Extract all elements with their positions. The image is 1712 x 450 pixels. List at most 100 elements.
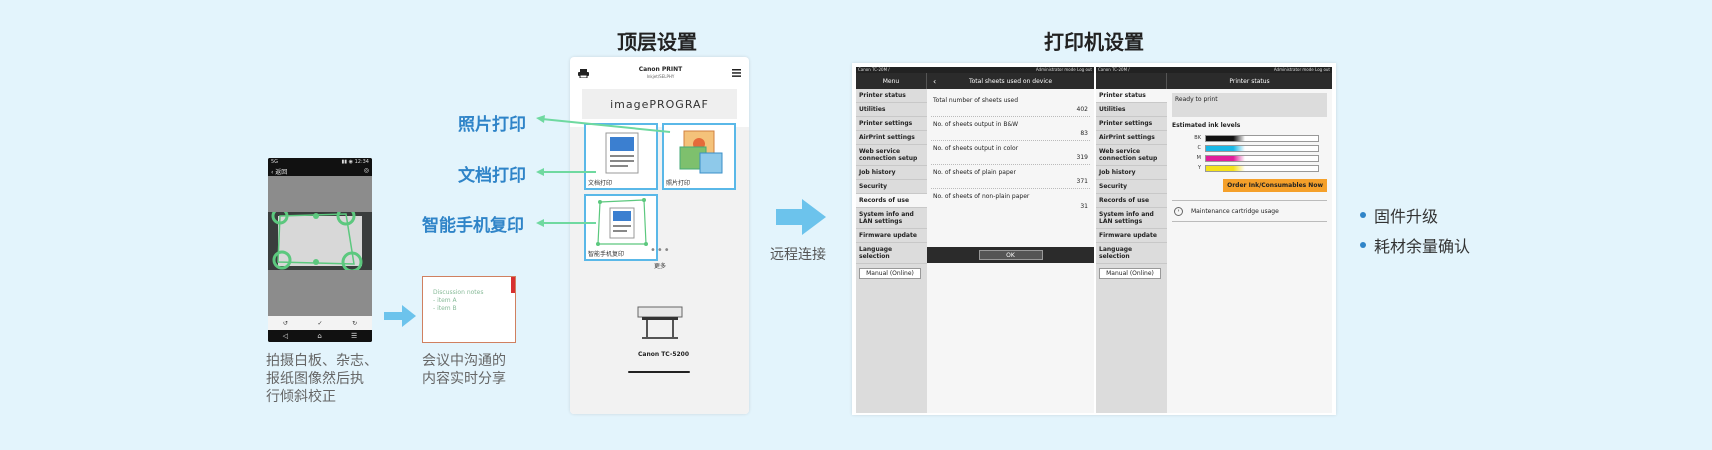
manual-online-button[interactable]: Manual (Online) [859, 268, 921, 279]
sidebar-item-utilities[interactable]: Utilities [856, 103, 927, 117]
sidebar-item-firmware-update[interactable]: Firmware update [1096, 229, 1167, 243]
sidebar-item-job-history[interactable]: Job history [856, 166, 927, 180]
section-title-printer-settings: 打印机设置 [1044, 30, 1144, 54]
sidebar-item-airprint[interactable]: AirPrint settings [856, 131, 927, 145]
caption-share: 会议中沟通的 内容实时分享 [422, 352, 506, 388]
maintenance-label: Maintenance cartridge usage [1191, 207, 1279, 215]
sidebar-item-system-info[interactable]: System info and LAN settings [856, 208, 927, 229]
feature-connector-lines [536, 115, 671, 227]
page-title: Total sheets used on device [968, 77, 1053, 85]
printer-icon[interactable] [578, 68, 589, 78]
maintenance-row[interactable]: › Maintenance cartridge usage [1172, 200, 1327, 222]
order-ink-button[interactable]: Order Ink/Consumables Now [1223, 179, 1327, 192]
sidebar-item-web-service[interactable]: Web service connection setup [1096, 145, 1167, 166]
table-row: No. of sheets of non-plain paper 31 [931, 189, 1090, 213]
remote-ui-header: Printer status [1096, 73, 1332, 89]
menu-header [1096, 73, 1167, 89]
large-format-printer-icon [637, 306, 683, 339]
phone-screenshot: 5G ▮▮ ◉ 12:34 ‹ 返回 ◎ ↺ ✓ ↻ ◁ ⌂ ☰ [268, 158, 372, 342]
sidebar-item-firmware-update[interactable]: Firmware update [856, 229, 927, 243]
sidebar-item-printer-settings[interactable]: Printer settings [856, 117, 927, 131]
sidebar-item-printer-status[interactable]: Printer status [856, 89, 927, 103]
caption-line: 会议中沟通的 [422, 353, 506, 369]
home-indicator [628, 371, 690, 373]
sidebar-item-printer-status[interactable]: Printer status [1096, 89, 1167, 103]
rotate-right-icon[interactable]: ↻ [352, 320, 357, 327]
sidebar-item-language[interactable]: Language selection [856, 243, 927, 264]
ink-level-bar [1205, 154, 1319, 162]
rotate-left-icon[interactable]: ↺ [283, 320, 288, 327]
sidebar-item-records-of-use[interactable]: Records of use [1096, 194, 1167, 208]
ink-level-bar [1205, 164, 1319, 172]
sidebar-item-language[interactable]: Language selection [1096, 243, 1167, 264]
camera-viewfinder [268, 176, 372, 316]
table-row: Total number of sheets used 402 [931, 93, 1090, 117]
phone-status-left: 5G [271, 159, 279, 165]
sheets-content: Total number of sheets used 402 No. of sh… [927, 89, 1094, 413]
sidebar-menu: Printer status Utilities Printer setting… [856, 89, 927, 413]
caption-line: 报纸图像然后执 [266, 371, 364, 387]
caption-line: 内容实时分享 [422, 371, 506, 387]
arrow-right-icon [384, 305, 416, 327]
sidebar-item-security[interactable]: Security [856, 180, 927, 194]
document-scribble: Discussion notes - item A - item B [433, 289, 483, 313]
expand-icon[interactable]: › [1174, 206, 1183, 216]
ink-level-bar [1205, 134, 1319, 142]
app-brand-sub: Inkjet/SELPHY [646, 74, 675, 79]
phone-back-button[interactable]: ‹ 返回 [271, 167, 287, 176]
phone-status-bar: 5G ▮▮ ◉ 12:34 [268, 158, 372, 166]
bullet-text: 耗材余量确认 [1374, 237, 1471, 256]
ink-level-fill [1206, 155, 1246, 161]
ink-name: C [1197, 145, 1202, 151]
scribble-line: - item B [433, 305, 457, 312]
nav-menu-icon[interactable]: ☰ [351, 332, 357, 340]
app-brand-name: Canon PRINT [638, 66, 683, 73]
sidebar-item-job-history[interactable]: Job history [1096, 166, 1167, 180]
sidebar-item-printer-settings[interactable]: Printer settings [1096, 117, 1167, 131]
sidebar-item-web-service[interactable]: Web service connection setup [856, 145, 927, 166]
remote-ui-header: Menu ‹ Total sheets used on device [856, 73, 1094, 89]
more-label[interactable]: 更多 [654, 261, 666, 270]
caption-line: 拍摄白板、杂志、 [266, 353, 378, 369]
ink-level-list: BK C M Y [1167, 133, 1332, 173]
app-header: Canon PRINT Inkjet/SELPHY [570, 57, 749, 89]
manual-online-button[interactable]: Manual (Online) [1099, 268, 1161, 279]
nav-home-icon[interactable]: ⌂ [317, 332, 321, 340]
sidebar-item-security[interactable]: Security [1096, 180, 1167, 194]
bullet-item: 耗材余量确认 [1360, 230, 1470, 260]
ok-button[interactable]: OK [978, 250, 1043, 260]
menu-icon[interactable] [731, 69, 741, 77]
sidebar-menu: Printer status Utilities Printer setting… [1096, 89, 1167, 413]
row-value: 371 [1076, 178, 1088, 185]
phone-top-bar: ‹ 返回 ◎ [268, 166, 372, 176]
crop-handles[interactable] [268, 212, 372, 270]
scribble-line: Discussion notes [433, 289, 484, 296]
ink-level-row: BK [1167, 133, 1332, 143]
pane-printer-status: Canon TC-20M / Administrator mode Log ou… [1096, 67, 1332, 413]
ink-level-fill [1206, 135, 1246, 141]
caption-line: 行倾斜校正 [266, 389, 336, 405]
canon-print-app: Canon PRINT Inkjet/SELPHY imagePROGRAF 文… [570, 57, 749, 414]
row-label: No. of sheets output in B&W [933, 121, 1019, 128]
confirm-icon[interactable]: ✓ [317, 320, 322, 327]
phone-settings-icon[interactable]: ◎ [364, 167, 369, 175]
page-title: Printer status [1229, 77, 1270, 85]
row-value: 83 [1080, 130, 1088, 137]
row-label: Total number of sheets used [933, 97, 1019, 104]
back-chevron-icon[interactable]: ‹ [933, 77, 936, 86]
more-dots-icon[interactable]: ••• [650, 245, 671, 256]
sidebar-item-utilities[interactable]: Utilities [1096, 103, 1167, 117]
table-row: No. of sheets output in B&W 83 [931, 117, 1090, 141]
nav-back-icon[interactable]: ◁ [283, 332, 288, 340]
bullet-dot-icon [1360, 242, 1366, 248]
phone-photo-controls: ↺ ✓ ↻ [268, 316, 372, 330]
tile-label: 智能手机复印 [588, 251, 625, 258]
scribble-line: - item A [433, 297, 457, 304]
ink-name: Y [1197, 165, 1201, 171]
sidebar-item-airprint[interactable]: AirPrint settings [1096, 131, 1167, 145]
page-header: ‹ Total sheets used on device [927, 73, 1094, 89]
ok-bar: OK [927, 247, 1094, 263]
ink-level-row: M [1167, 153, 1332, 163]
sidebar-item-system-info[interactable]: System info and LAN settings [1096, 208, 1167, 229]
sidebar-item-records-of-use[interactable]: Records of use [856, 194, 927, 208]
